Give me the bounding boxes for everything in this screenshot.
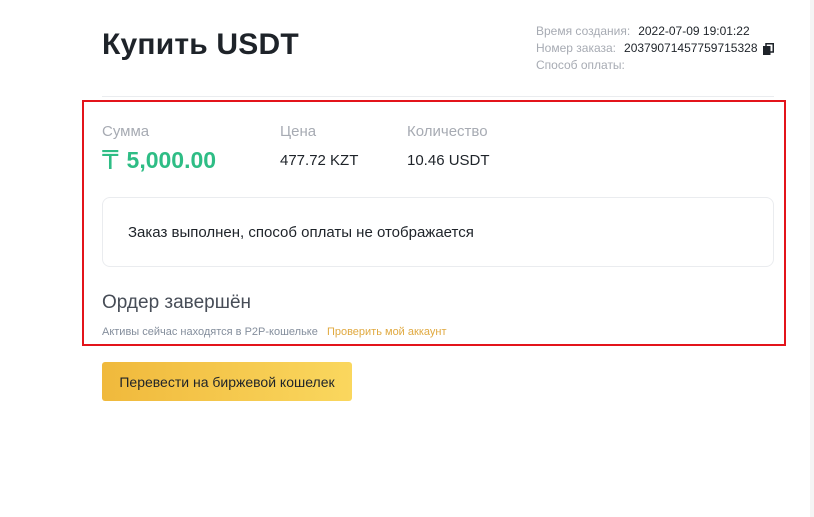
page-title: Купить USDT [102, 28, 299, 61]
order-status-note: Активы сейчас находятся в P2P-кошельке П… [102, 326, 446, 338]
order-status-title: Ордер завершён [102, 292, 252, 313]
copy-icon[interactable] [762, 42, 774, 55]
payment-notice-text: Заказ выполнен, способ оплаты не отображ… [128, 223, 474, 241]
created-time-value: 2022-07-09 19:01:22 [638, 24, 750, 38]
payment-notice-card: Заказ выполнен, способ оплаты не отображ… [102, 197, 774, 267]
order-number-row: Номер заказа: 20379071457759715328 [536, 40, 774, 57]
scrollbar-track [810, 0, 814, 517]
order-meta: Время создания: 2022-07-09 19:01:22 Номе… [536, 23, 774, 74]
amount-label: Сумма [102, 123, 150, 140]
check-account-link[interactable]: Проверить мой аккаунт [327, 326, 447, 338]
quantity-label: Количество [407, 123, 488, 140]
price-label: Цена [280, 123, 317, 140]
payment-method-row: Способ оплаты: [536, 57, 774, 74]
price-value: 477.72 KZT [280, 152, 359, 169]
transfer-to-spot-button[interactable]: Перевести на биржевой кошелек [102, 362, 352, 401]
amount-value: 5,000.00 [126, 147, 217, 173]
amount-display: ₸ 5,000.00 [102, 145, 216, 176]
payment-method-label: Способ оплаты: [536, 58, 625, 72]
order-status-note-text: Активы сейчас находятся в P2P-кошельке [102, 326, 318, 338]
quantity-value: 10.46 USDT [407, 152, 490, 169]
created-time-label: Время создания: [536, 24, 631, 38]
created-time-row: Время создания: 2022-07-09 19:01:22 [536, 23, 774, 40]
header-divider [102, 96, 774, 97]
order-number-label: Номер заказа: [536, 41, 617, 55]
order-number-value: 20379071457759715328 [624, 41, 758, 55]
tenge-icon: ₸ [102, 145, 119, 175]
